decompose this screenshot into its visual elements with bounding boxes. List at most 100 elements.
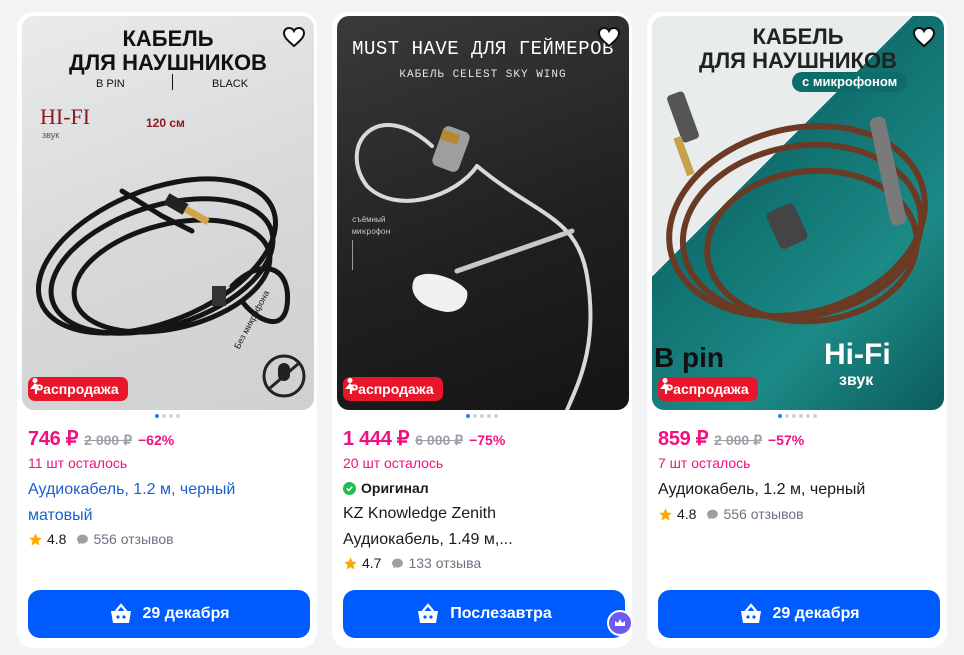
old-price: 6 000 ₽ bbox=[415, 432, 464, 448]
price: 1 444 ₽ bbox=[343, 428, 410, 450]
star-icon bbox=[29, 532, 42, 545]
product-photo[interactable]: КАБЕЛЬ ДЛЯ НАУШНИКОВ B PIN BLACK HI-FI з… bbox=[22, 16, 314, 410]
stock-left: 11 шт осталось bbox=[28, 455, 128, 471]
favorite-button[interactable] bbox=[597, 26, 623, 52]
pager-dot[interactable] bbox=[175, 414, 180, 418]
product-title[interactable]: Аудиокабель, 1.2 м, черный bbox=[658, 477, 938, 503]
product-title[interactable]: Аудиокабель, 1.49 м,... bbox=[343, 527, 623, 553]
pager-dot[interactable] bbox=[784, 414, 789, 418]
discount: −57% bbox=[768, 432, 805, 448]
reviews-bubble-icon bbox=[707, 509, 719, 519]
delivery-date-button[interactable]: 29 декабря bbox=[28, 590, 310, 638]
pager-dot[interactable] bbox=[487, 414, 491, 418]
product-photo[interactable]: КАБЕЛЬ ДЛЯ НАУШНИКОВ с микрофоном Hi-Fi … bbox=[652, 16, 944, 410]
photo-title-line1: КАБЕЛЬ bbox=[752, 24, 844, 49]
pager-dot[interactable] bbox=[480, 414, 484, 418]
pager-dot[interactable] bbox=[812, 414, 817, 418]
premium-crown-icon bbox=[607, 610, 633, 636]
product-card[interactable]: КАБЕЛЬ ДЛЯ НАУШНИКОВ с микрофоном Hi-Fi … bbox=[647, 12, 947, 648]
photo-sound: звук bbox=[42, 130, 60, 140]
product-card[interactable]: MUST HAVE ДЛЯ ГЕЙМЕРОВ КАБЕЛЬ CELEST SKY… bbox=[332, 12, 633, 648]
delivery-date-button[interactable]: Послезавтра bbox=[343, 590, 633, 638]
product-card[interactable]: КАБЕЛЬ ДЛЯ НАУШНИКОВ B PIN BLACK HI-FI з… bbox=[17, 12, 317, 648]
photo-sound: звук bbox=[839, 372, 874, 389]
photo-pager[interactable] bbox=[17, 414, 317, 418]
price: 859 ₽ bbox=[658, 428, 709, 450]
pager-dot[interactable] bbox=[473, 414, 477, 418]
old-price: 2 000 ₽ bbox=[84, 432, 132, 448]
heart-icon bbox=[597, 26, 621, 48]
photo-sub-right: BLACK bbox=[212, 78, 249, 90]
delivery-date-label: Послезавтра bbox=[450, 605, 552, 622]
photo-note-line bbox=[352, 240, 353, 270]
reviews-count[interactable]: 556 отзывов bbox=[723, 506, 803, 522]
check-icon bbox=[343, 481, 356, 495]
sale-badge-label: Распродажа bbox=[34, 381, 119, 397]
pager-dot[interactable] bbox=[777, 414, 782, 418]
photo-sub: КАБЕЛЬ CELEST SKY WING bbox=[399, 69, 567, 81]
basket-icon bbox=[418, 603, 439, 623]
pager-dot[interactable] bbox=[466, 414, 470, 418]
photo-length: 120 см bbox=[146, 116, 185, 130]
favorite-button[interactable] bbox=[282, 26, 308, 52]
rating-value: 4.8 bbox=[47, 531, 67, 547]
rating-row: 4.7 133 отзыва bbox=[343, 555, 481, 571]
product-title-line1[interactable]: Аудиокабель, 1.2 м, черный bbox=[28, 477, 308, 503]
photo-hifi: HI-FI bbox=[40, 104, 91, 129]
rating-value: 4.8 bbox=[677, 506, 697, 522]
heart-icon bbox=[282, 26, 306, 48]
product-photo[interactable]: MUST HAVE ДЛЯ ГЕЙМЕРОВ КАБЕЛЬ CELEST SKY… bbox=[337, 16, 629, 410]
sale-badge: Распродажа bbox=[658, 377, 758, 401]
sale-tree-icon bbox=[660, 378, 670, 389]
product-title-line2[interactable]: матовый bbox=[28, 503, 308, 529]
sale-tree-icon bbox=[30, 378, 40, 389]
original-badge: Оригинал bbox=[343, 480, 429, 496]
photo-divider bbox=[172, 74, 173, 90]
sale-badge-label: Распродажа bbox=[349, 381, 434, 397]
sale-badge: Распродажа bbox=[343, 377, 443, 401]
pager-dot[interactable] bbox=[798, 414, 803, 418]
pager-dot[interactable] bbox=[494, 414, 498, 418]
reviews-bubble-icon bbox=[392, 558, 404, 568]
photo-bpin: B pin bbox=[654, 342, 724, 373]
basket-icon bbox=[740, 603, 761, 623]
price: 746 ₽ bbox=[28, 428, 79, 450]
favorite-button[interactable] bbox=[912, 26, 938, 52]
pager-dot[interactable] bbox=[154, 414, 159, 418]
photo-note-line2: микрофон bbox=[352, 228, 391, 237]
discount: −75% bbox=[469, 432, 506, 448]
old-price: 2 000 ₽ bbox=[714, 432, 762, 448]
pager-dot[interactable] bbox=[168, 414, 173, 418]
pager-dot[interactable] bbox=[791, 414, 796, 418]
rating-value: 4.7 bbox=[362, 555, 382, 571]
price-row: 859 ₽ 2 000 ₽ −57% bbox=[658, 426, 804, 451]
pager-dot[interactable] bbox=[805, 414, 810, 418]
reviews-count[interactable]: 556 отзывов bbox=[93, 531, 173, 547]
photo-title-line2: ДЛЯ НАУШНИКОВ bbox=[69, 50, 267, 75]
reviews-count[interactable]: 133 отзыва bbox=[408, 555, 481, 571]
reviews-bubble-icon bbox=[77, 534, 89, 544]
stock-left: 7 шт осталось bbox=[658, 455, 751, 471]
delivery-date-label: 29 декабря bbox=[142, 605, 230, 622]
price-row: 1 444 ₽ 6 000 ₽ −75% bbox=[343, 426, 505, 451]
heart-icon bbox=[912, 26, 936, 48]
photo-pill: с микрофоном bbox=[792, 72, 908, 92]
sale-badge-label: Распродажа bbox=[664, 381, 749, 397]
stock-left: 20 шт осталось bbox=[343, 455, 444, 471]
original-label: Оригинал bbox=[361, 480, 429, 496]
photo-pager[interactable] bbox=[332, 414, 632, 418]
photo-title-line1: КАБЕЛЬ bbox=[122, 26, 214, 51]
photo-note-line1: съёмный bbox=[352, 216, 386, 225]
photo-hifi: Hi-Fi bbox=[824, 338, 891, 371]
pager-dot[interactable] bbox=[161, 414, 166, 418]
star-icon bbox=[659, 507, 672, 520]
photo-title-line1: MUST HAVE ДЛЯ ГЕЙМЕРОВ bbox=[352, 38, 614, 60]
photo-pager[interactable] bbox=[647, 414, 947, 418]
photo-sub-left: B PIN bbox=[96, 78, 125, 90]
star-icon bbox=[344, 556, 357, 569]
product-brand[interactable]: KZ Knowledge Zenith bbox=[343, 501, 623, 527]
delivery-date-button[interactable]: 29 декабря bbox=[658, 590, 940, 638]
basket-icon bbox=[110, 603, 131, 623]
rating-row: 4.8 556 отзывов bbox=[658, 506, 804, 522]
price-row: 746 ₽ 2 000 ₽ −62% bbox=[28, 426, 174, 451]
